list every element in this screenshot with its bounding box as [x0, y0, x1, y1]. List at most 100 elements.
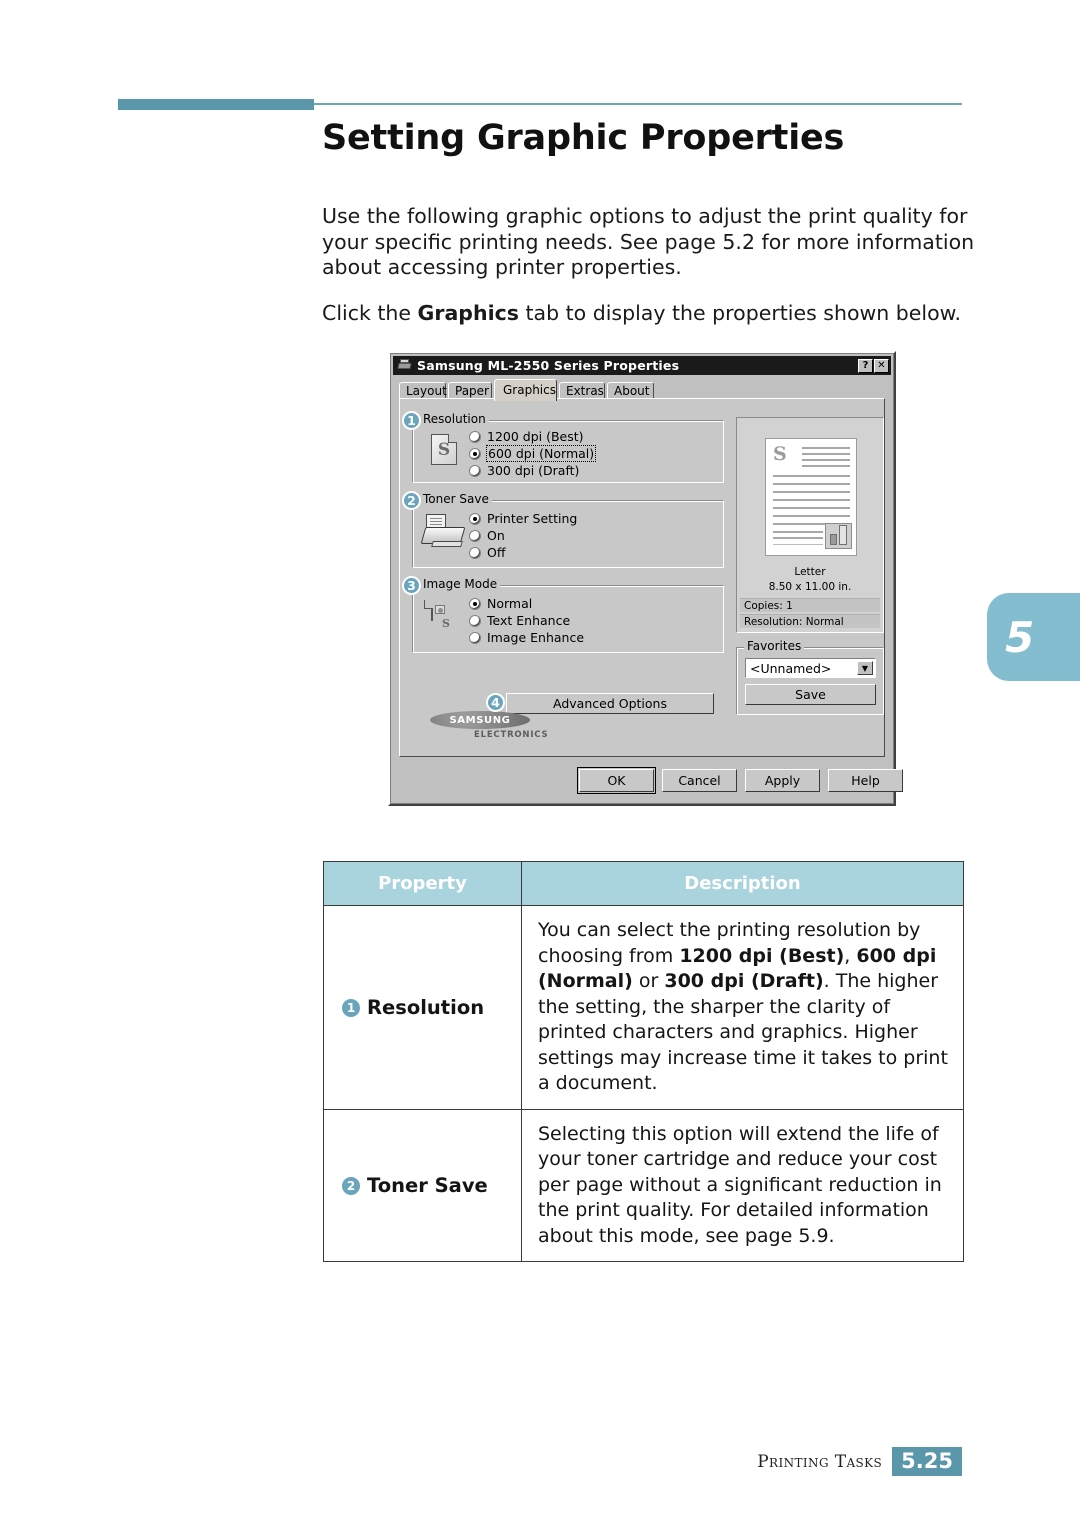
table-cell-description: You can select the printing resolution b… [521, 905, 964, 1110]
page-footer: Printing Tasks 5.25 [757, 1447, 962, 1476]
header-rule-thin [314, 103, 962, 105]
resolution-group-label: Resolution [420, 412, 489, 426]
favorites-group: Favorites <Unnamed> ▼ Save [736, 639, 884, 715]
dialog-title: Samsung ML-2550 Series Properties [417, 358, 680, 373]
table-cell-property: 2 Toner Save [323, 1108, 522, 1262]
preview-resolution: Resolution: Normal [740, 614, 880, 628]
dialog-tabstrip: Layout Paper Graphics Extras About [399, 379, 885, 401]
radio-label: 300 dpi (Draft) [487, 463, 580, 478]
radio-button[interactable] [469, 464, 481, 477]
radio-button[interactable] [469, 631, 481, 644]
radio-label: 600 dpi (Normal) [485, 445, 597, 462]
document-page: Setting Graphic Properties Use the follo… [0, 0, 1080, 1523]
printer-icon [397, 359, 413, 372]
preview-chart-icon [825, 523, 852, 549]
callout-1: 1 [402, 411, 421, 430]
intro-paragraph: Use the following graphic options to adj… [322, 204, 975, 279]
instruction-paragraph: Click the Graphics tab to display the pr… [322, 301, 982, 327]
table-row: 1 Resolution You can select the printing … [323, 905, 964, 1110]
radio-1200dpi[interactable]: 1200 dpi (Best) [469, 429, 584, 444]
callout-2: 2 [402, 491, 421, 510]
radio-button[interactable] [469, 614, 481, 627]
dialog-titlebar: Samsung ML-2550 Series Properties ? ✕ [393, 356, 891, 375]
samsung-logo-ellipse: SAMSUNG [430, 711, 530, 729]
printer-properties-dialog: Samsung ML-2550 Series Properties ? ✕ La… [388, 351, 903, 806]
tab-paper[interactable]: Paper [448, 382, 492, 399]
graphics-tab-panel: 1 Resolution S 1200 dpi (Best) 600 dpi (… [399, 398, 885, 757]
chevron-down-icon[interactable]: ▼ [857, 661, 873, 675]
preview-page-letter: S [773, 443, 787, 465]
radio-button[interactable] [469, 597, 481, 610]
print-preview-panel: S Letter 8.50 x 11.00 in. Copies: 1 Reso… [736, 417, 884, 633]
toner-save-group: Toner Save Printer Setting On Off [412, 492, 724, 568]
image-mode-group: Image Mode S Normal Text Enhance Image E… [412, 577, 724, 653]
table-header-description: Description [521, 861, 964, 906]
radio-button[interactable] [469, 447, 481, 460]
radio-image-enhance[interactable]: Image Enhance [469, 630, 584, 645]
apply-button[interactable]: Apply [745, 769, 820, 792]
instruction-post: tab to display the properties shown belo… [518, 301, 962, 325]
radio-label: 1200 dpi (Best) [487, 429, 584, 444]
table-row: 2 Toner Save Selecting this option will e… [323, 1108, 964, 1262]
radio-label: Normal [487, 596, 533, 611]
preview-copies: Copies: 1 [740, 598, 880, 612]
radio-300dpi[interactable]: 300 dpi (Draft) [469, 463, 579, 478]
close-icon[interactable]: ✕ [874, 358, 889, 373]
row-property-label: Toner Save [367, 1173, 488, 1197]
tab-about[interactable]: About [607, 382, 654, 399]
header-rule [118, 99, 962, 110]
cancel-button[interactable]: Cancel [662, 769, 737, 792]
radio-image-normal[interactable]: Normal [469, 596, 532, 611]
favorites-group-label: Favorites [744, 639, 805, 653]
radio-toner-off[interactable]: Off [469, 545, 505, 560]
table-header-property: Property [323, 861, 522, 906]
tab-layout[interactable]: Layout [399, 382, 447, 399]
radio-button[interactable] [469, 512, 481, 525]
table-header-row: Property Description [323, 861, 964, 906]
instruction-pre: Click the [322, 301, 418, 325]
radio-button[interactable] [469, 529, 481, 542]
radio-printer-setting[interactable]: Printer Setting [469, 511, 577, 526]
radio-label: On [487, 528, 505, 543]
row-badge: 1 [342, 998, 360, 1017]
radio-600dpi[interactable]: 600 dpi (Normal) [469, 445, 597, 462]
radio-label: Printer Setting [487, 511, 578, 526]
header-rule-thick [118, 99, 314, 110]
footer-section-label: Printing Tasks [757, 1451, 883, 1472]
samsung-electronics-text: ELECTRONICS [474, 730, 549, 740]
image-document-icon: S [431, 600, 450, 630]
preview-paper-name: Letter [794, 566, 826, 578]
callout-4: 4 [486, 693, 505, 712]
document-icon: S [431, 434, 457, 465]
row-property-label: Resolution [367, 995, 485, 1019]
tab-extras[interactable]: Extras [559, 382, 605, 399]
ok-button[interactable]: OK [577, 767, 656, 794]
resolution-group: Resolution S 1200 dpi (Best) 600 dpi (No… [412, 412, 724, 483]
favorites-save-button[interactable]: Save [745, 684, 876, 705]
help-icon[interactable]: ? [858, 358, 873, 373]
radio-text-enhance[interactable]: Text Enhance [469, 613, 570, 628]
table-cell-property: 1 Resolution [323, 905, 522, 1110]
favorites-select[interactable]: <Unnamed> ▼ [745, 658, 876, 678]
radio-button[interactable] [469, 546, 481, 559]
image-mode-group-label: Image Mode [420, 577, 501, 591]
radio-label: Off [487, 545, 506, 560]
tab-graphics[interactable]: Graphics [494, 379, 557, 401]
table-cell-description: Selecting this option will extend the li… [521, 1108, 964, 1262]
radio-button[interactable] [469, 430, 481, 443]
footer-page-number: 5.25 [892, 1447, 962, 1476]
instruction-bold: Graphics [417, 301, 519, 325]
samsung-logo: SAMSUNG ELECTRONICS [430, 711, 560, 743]
property-description-table: Property Description 1 Resolution You can… [323, 861, 964, 1262]
chapter-tab-number: 5 [1005, 612, 1035, 662]
page-title: Setting Graphic Properties [322, 118, 845, 158]
row-badge: 2 [342, 1176, 360, 1195]
favorites-selected-value: <Unnamed> [750, 660, 832, 676]
callout-3: 3 [402, 576, 421, 595]
help-button[interactable]: Help [828, 769, 903, 792]
samsung-logo-text: SAMSUNG [449, 714, 511, 726]
preview-page-thumbnail: S [765, 438, 857, 556]
preview-paper-size: 8.50 x 11.00 in. [768, 581, 852, 593]
radio-label: Text Enhance [487, 613, 571, 628]
radio-toner-on[interactable]: On [469, 528, 505, 543]
